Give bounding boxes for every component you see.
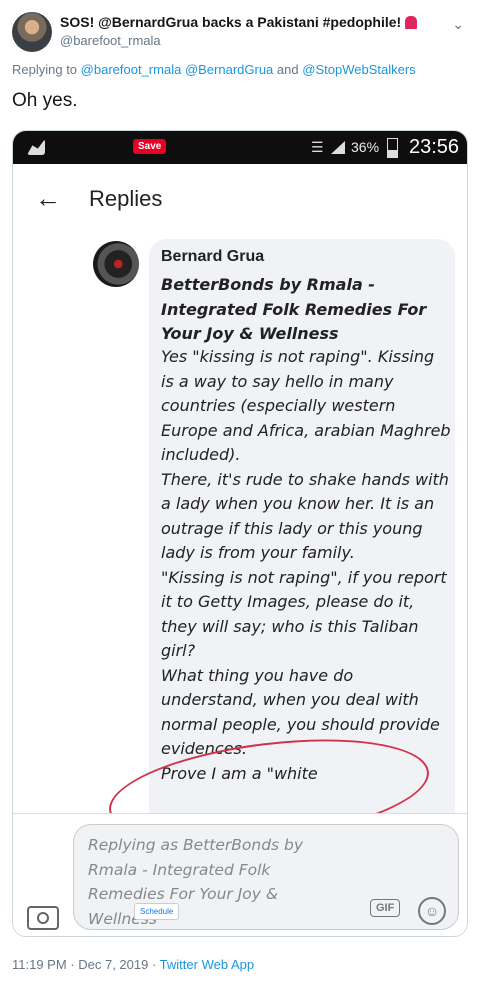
comment-paragraph: There, it's rude to shake hands with a l… [161, 469, 449, 563]
commenter-avatar[interactable] [93, 241, 139, 287]
gif-button[interactable]: GIF [370, 899, 401, 917]
phone-status-bar: Save ☰ 36% 23:56 [13, 131, 467, 164]
replies-header: ← Replies [13, 164, 467, 234]
author-handle[interactable]: @barefoot_rmala [60, 33, 161, 48]
tweet-text: Oh yes. [12, 90, 78, 111]
siren-icon [405, 16, 418, 29]
battery-icon [387, 138, 398, 158]
status-time: 23:56 [409, 136, 460, 158]
pinterest-save-button[interactable]: Save [133, 139, 167, 154]
comment-paragraph: "Kissing is not raping", if you report i… [161, 567, 447, 661]
schedule-button[interactable]: Schedule [134, 903, 180, 920]
mention-bernardgrua[interactable]: @BernardGrua [185, 62, 273, 77]
comment-body: Yes "kissing is not raping". Kissing is … [161, 345, 451, 786]
author-avatar[interactable] [12, 12, 52, 52]
comment-subtitle: BetterBonds by Rmala - Integrated Folk R… [161, 275, 427, 343]
reply-composer: Replying as BetterBonds by Rmala - Integ… [13, 813, 467, 936]
reply-placeholder: Replying as BetterBonds by Rmala - Integ… [88, 836, 304, 928]
back-arrow-icon[interactable]: ← [35, 183, 61, 214]
replying-and: and [276, 62, 299, 77]
tweet-meta: 11:19 PM · Dec 7, 2019 · Twitter Web App [12, 957, 254, 972]
replies-title: Replies [89, 186, 163, 211]
chevron-down-icon[interactable]: ⌄ [452, 16, 464, 33]
mention-barefoot-rmala[interactable]: @barefoot_rmala [81, 62, 182, 77]
replying-to: Replying to @barefoot_rmala @BernardGrua… [12, 62, 416, 77]
tweet-timestamp[interactable]: 11:19 PM · Dec 7, 2019 · [12, 957, 156, 972]
author-name-row[interactable]: SOS! @BernardGrua backs a Pakistani #ped… [60, 14, 418, 30]
emoji-icon[interactable]: ☺ [418, 897, 446, 925]
mention-stopwebstalkers[interactable]: @StopWebStalkers [302, 62, 415, 77]
comment-paragraph: Yes "kissing is not raping". Kissing is … [161, 347, 451, 464]
replying-prefix: Replying to [12, 62, 78, 77]
author-name[interactable]: SOS! @BernardGrua backs a Pakistani #ped… [60, 14, 401, 30]
tweet-source[interactable]: Twitter Web App [160, 957, 254, 972]
gallery-icon [27, 139, 45, 155]
comment-author[interactable]: Bernard Grua [161, 248, 264, 266]
attached-screenshot[interactable]: Save ☰ 36% 23:56 ← Replies Bernard Grua … [12, 130, 468, 937]
reply-input[interactable]: Replying as BetterBonds by Rmala - Integ… [73, 824, 459, 930]
battery-percent: 36% [351, 139, 380, 155]
tweet-header: SOS! @BernardGrua backs a Pakistani #ped… [12, 12, 468, 52]
signal-icon [331, 141, 345, 154]
wifi-icon: ☰ [311, 139, 324, 155]
camera-icon[interactable] [27, 906, 59, 930]
